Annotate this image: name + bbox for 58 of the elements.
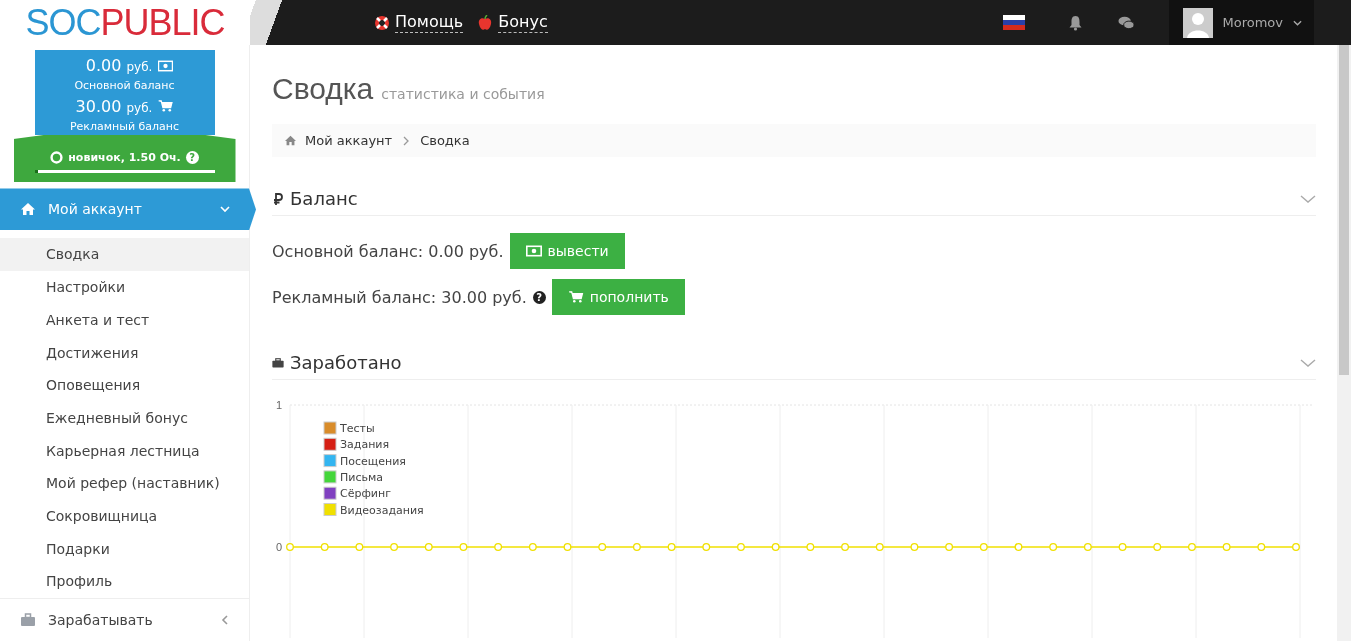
page-title: Сводка bbox=[272, 72, 374, 106]
flag-icon[interactable] bbox=[1002, 15, 1025, 30]
submenu-item[interactable]: Сокровищница bbox=[0, 499, 249, 533]
legend-label: Видеозадания bbox=[340, 503, 424, 517]
avatar-icon bbox=[1182, 7, 1213, 38]
chevron-left-icon bbox=[219, 614, 231, 626]
submenu-item[interactable]: Мой рефер (наставник) bbox=[0, 467, 249, 500]
ruble-icon bbox=[272, 192, 284, 205]
scrollbar[interactable] bbox=[1337, 45, 1351, 641]
menu-item[interactable]: Зарабатывать bbox=[0, 598, 249, 641]
breadcrumb-link[interactable]: Сводка bbox=[420, 133, 470, 148]
axis-tick-label: 0 bbox=[275, 541, 282, 553]
legend-label: Задания bbox=[340, 438, 390, 452]
submenu-item[interactable]: Карьерная лестница bbox=[0, 434, 249, 468]
logo[interactable]: SOCPUBLIC bbox=[25, 2, 225, 43]
submenu-item[interactable]: Подарки bbox=[0, 532, 249, 566]
section-title: Заработано bbox=[290, 352, 403, 373]
briefcase-icon bbox=[20, 613, 36, 627]
home-icon bbox=[284, 135, 297, 146]
apple-icon bbox=[477, 14, 494, 31]
axis-tick-label: 1 bbox=[275, 399, 282, 411]
submenu-item[interactable]: Оповещения bbox=[0, 369, 249, 402]
header-link[interactable]: Помощь bbox=[374, 12, 464, 33]
help-icon[interactable]: ? bbox=[532, 290, 546, 304]
briefcase-icon bbox=[272, 356, 284, 369]
submenu-item[interactable]: Анкета и тест bbox=[0, 303, 249, 337]
user-menu[interactable]: Moromov bbox=[1168, 0, 1314, 45]
legend-label: Сёрфинг bbox=[340, 487, 391, 501]
submenu-item[interactable]: Сводка bbox=[0, 238, 249, 272]
balance-text: Рекламный баланс: 30.00 руб. bbox=[272, 287, 527, 307]
banknote-icon bbox=[525, 245, 542, 257]
banknote-icon bbox=[158, 59, 174, 72]
legend-label: Письма bbox=[340, 470, 383, 484]
breadcrumb-link[interactable]: Мой аккаунт bbox=[305, 133, 393, 148]
balance-label: Основной баланс bbox=[73, 79, 176, 93]
rank-label: новичок, 1.50 Оч. bbox=[68, 150, 181, 164]
user-name: Moromov bbox=[1222, 15, 1283, 30]
balance-label: Рекламный баланс bbox=[69, 119, 180, 133]
chat-icon[interactable] bbox=[1117, 14, 1135, 31]
page-subtitle: статистика и события bbox=[381, 86, 545, 102]
lifebuoy-icon bbox=[374, 14, 390, 31]
cart-icon bbox=[158, 100, 174, 113]
submenu-item[interactable]: Ежедневный бонус bbox=[0, 401, 249, 435]
cart-icon bbox=[567, 291, 584, 303]
circle-icon bbox=[50, 150, 64, 164]
balance-text: Основной баланс: 0.00 руб. bbox=[272, 241, 504, 261]
home-icon bbox=[20, 202, 36, 217]
section-title: Баланс bbox=[290, 188, 359, 209]
legend-label: Посещения bbox=[340, 454, 406, 468]
header-link[interactable]: Бонус bbox=[477, 12, 548, 33]
submenu-item[interactable]: Настройки bbox=[0, 271, 249, 304]
submenu-item[interactable]: Достижения bbox=[0, 336, 249, 370]
balance-amount: 30.00 руб. bbox=[74, 96, 153, 116]
submenu-item[interactable]: Профиль bbox=[0, 565, 249, 598]
balance-amount: 0.00 руб. bbox=[84, 56, 153, 76]
bell-icon[interactable] bbox=[1066, 14, 1084, 31]
caret-icon bbox=[1293, 19, 1302, 26]
legend-label: Тесты bbox=[340, 422, 375, 435]
